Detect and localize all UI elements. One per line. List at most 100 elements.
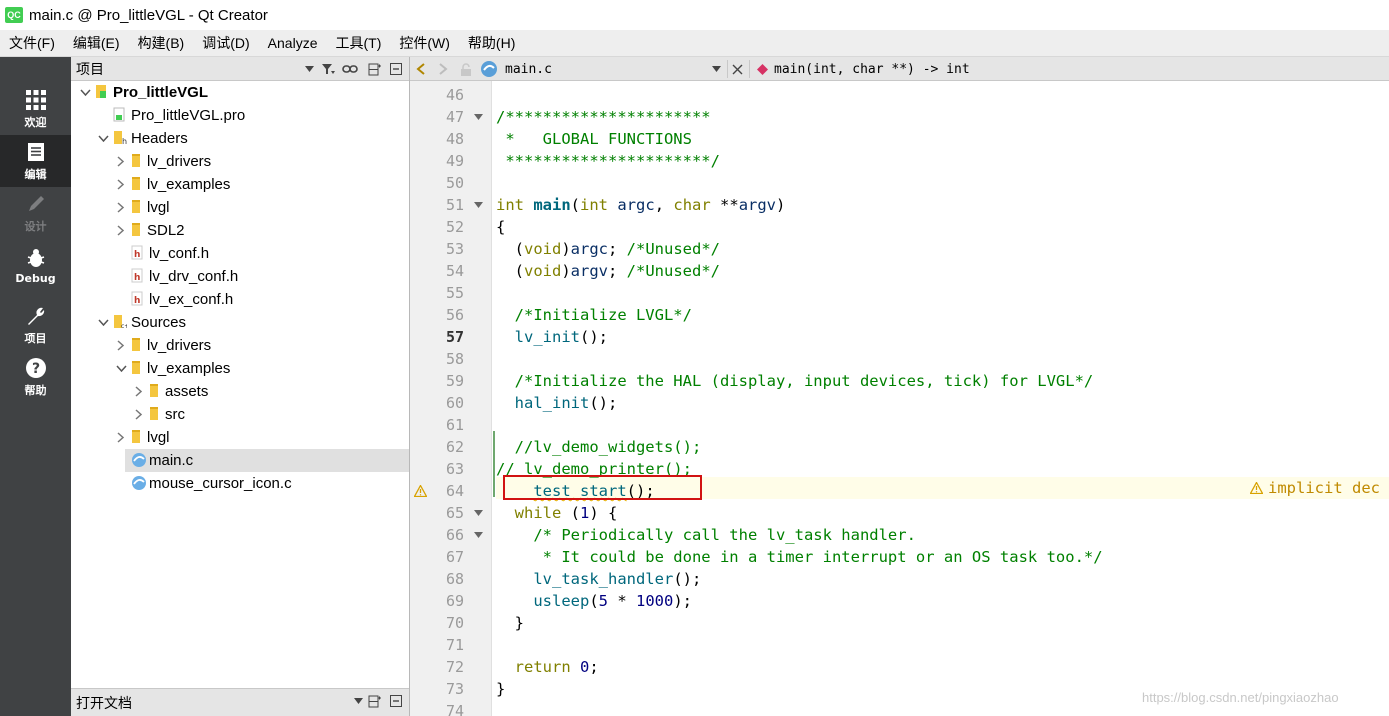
tree-item[interactable]: main.c [125, 449, 409, 472]
code-line[interactable]: * GLOBAL FUNCTIONS [496, 128, 692, 150]
go-forward-icon[interactable] [438, 57, 448, 81]
chevron-right-icon[interactable] [115, 202, 127, 214]
fold-marker-icon[interactable] [473, 524, 483, 546]
close-document-icon[interactable] [732, 57, 743, 81]
tree-item[interactable]: lv_examples [71, 173, 409, 196]
tree-item[interactable]: lv_drivers [71, 334, 409, 357]
code-line[interactable]: { [496, 216, 505, 238]
line-number[interactable]: 54 [410, 260, 464, 282]
code-line[interactable]: } [496, 678, 505, 700]
menu-widgets[interactable]: 控件(W) [390, 30, 459, 57]
line-number[interactable]: 49 [410, 150, 464, 172]
line-number[interactable]: 58 [410, 348, 464, 370]
mode-design[interactable]: 设计 [0, 187, 71, 239]
code-line[interactable]: (void)argc; /*Unused*/ [496, 238, 720, 260]
line-number[interactable]: 66 [410, 524, 464, 546]
fold-marker-icon[interactable] [473, 194, 483, 216]
view-dropdown-chevron-icon[interactable] [300, 60, 318, 78]
code-line[interactable]: /********************** [496, 106, 711, 128]
mode-help[interactable]: ? 帮助 [0, 351, 71, 403]
menu-file[interactable]: 文件(F) [0, 30, 64, 57]
line-number[interactable]: 46 [410, 84, 464, 106]
menu-tools[interactable]: 工具(T) [326, 30, 390, 57]
menu-build[interactable]: 构建(B) [129, 30, 194, 57]
line-number[interactable]: 59 [410, 370, 464, 392]
code-line[interactable]: //lv_demo_widgets(); [496, 436, 702, 458]
code-line[interactable]: } [496, 612, 524, 634]
chevron-right-icon[interactable] [115, 340, 127, 352]
code-line[interactable]: int main(int argc, char **argv) [496, 194, 785, 216]
line-number[interactable]: 56 [410, 304, 464, 326]
code-line[interactable]: * It could be done in a timer interrupt … [496, 546, 1103, 568]
line-number[interactable]: 52 [410, 216, 464, 238]
line-number[interactable]: 53 [410, 238, 464, 260]
chevron-right-icon[interactable] [115, 225, 127, 237]
current-file-name[interactable]: main.c [505, 57, 552, 81]
code-line[interactable]: **********************/ [496, 150, 720, 172]
tree-item[interactable]: Pro_littleVGL [71, 81, 409, 104]
code-line[interactable]: hal_init(); [496, 392, 618, 414]
line-number[interactable]: 61 [410, 414, 464, 436]
chevron-down-icon[interactable] [97, 133, 109, 145]
line-number[interactable]: 63 [410, 458, 464, 480]
line-number[interactable]: 71 [410, 634, 464, 656]
line-number[interactable]: 72 [410, 656, 464, 678]
line-number[interactable]: 50 [410, 172, 464, 194]
filter-icon[interactable] [319, 60, 337, 78]
current-function-selector[interactable]: main(int, char **) -> int [774, 57, 970, 81]
chevron-down-icon[interactable] [115, 363, 127, 375]
line-number[interactable]: 70 [410, 612, 464, 634]
fold-marker-icon[interactable] [473, 502, 483, 524]
code-line[interactable]: while (1) { [496, 502, 618, 524]
tree-item[interactable]: h lv_conf.h [71, 242, 409, 265]
tree-item[interactable]: SDL2 [71, 219, 409, 242]
tree-item[interactable]: h Headers [71, 127, 409, 150]
code-line[interactable]: lv_task_handler(); [496, 568, 701, 590]
menu-analyze[interactable]: Analyze [259, 30, 327, 57]
mode-debug[interactable]: Debug [0, 239, 71, 291]
close-panel-icon[interactable] [387, 692, 405, 710]
line-number[interactable]: 55 [410, 282, 464, 304]
tree-item[interactable]: lv_examples [71, 357, 409, 380]
line-number[interactable]: 51 [410, 194, 464, 216]
line-number[interactable]: 74 [410, 700, 464, 716]
line-number[interactable]: 67 [410, 546, 464, 568]
chevron-right-icon[interactable] [133, 386, 145, 398]
warning-triangle-icon[interactable] [413, 484, 428, 498]
tree-item[interactable]: lvgl [71, 426, 409, 449]
code-line[interactable]: return 0; [496, 656, 599, 678]
tree-item[interactable]: h lv_ex_conf.h [71, 288, 409, 311]
warning-annotation[interactable]: implicit dec [1250, 477, 1380, 499]
mode-edit[interactable]: 编辑 [0, 135, 71, 187]
code-line[interactable]: (void)argv; /*Unused*/ [496, 260, 720, 282]
menu-edit[interactable]: 编辑(E) [64, 30, 129, 57]
chevron-down-icon[interactable] [97, 317, 109, 329]
file-dropdown-chevron-icon[interactable] [712, 57, 721, 81]
tree-item[interactable]: lvgl [71, 196, 409, 219]
code-line[interactable]: /*Initialize LVGL*/ [496, 304, 692, 326]
link-editor-icon[interactable] [341, 60, 359, 78]
mode-welcome[interactable]: 欢迎 [0, 83, 71, 135]
split-panel-icon[interactable] [365, 692, 383, 710]
line-number[interactable]: 65 [410, 502, 464, 524]
tree-item[interactable]: mouse_cursor_icon.c [71, 472, 409, 495]
code-line[interactable]: lv_init(); [496, 326, 608, 348]
menu-debug[interactable]: 调试(D) [193, 30, 258, 57]
chevron-right-icon[interactable] [115, 179, 127, 191]
line-number[interactable]: 57 [410, 326, 464, 348]
line-number[interactable]: 73 [410, 678, 464, 700]
line-number[interactable]: 48 [410, 128, 464, 150]
go-back-icon[interactable] [416, 57, 426, 81]
line-number[interactable]: 69 [410, 590, 464, 612]
tree-item[interactable]: lv_drivers [71, 150, 409, 173]
fold-marker-icon[interactable] [473, 106, 483, 128]
tree-item[interactable]: Pro_littleVGL.pro [71, 104, 409, 127]
tree-item[interactable]: assets [71, 380, 409, 403]
code-line[interactable]: /*Initialize the HAL (display, input dev… [496, 370, 1094, 392]
chevron-down-icon[interactable] [79, 87, 91, 99]
line-number[interactable]: 60 [410, 392, 464, 414]
tree-item[interactable]: h lv_drv_conf.h [71, 265, 409, 288]
menu-help[interactable]: 帮助(H) [459, 30, 524, 57]
close-panel-icon[interactable] [387, 60, 405, 78]
split-panel-icon[interactable] [365, 60, 383, 78]
